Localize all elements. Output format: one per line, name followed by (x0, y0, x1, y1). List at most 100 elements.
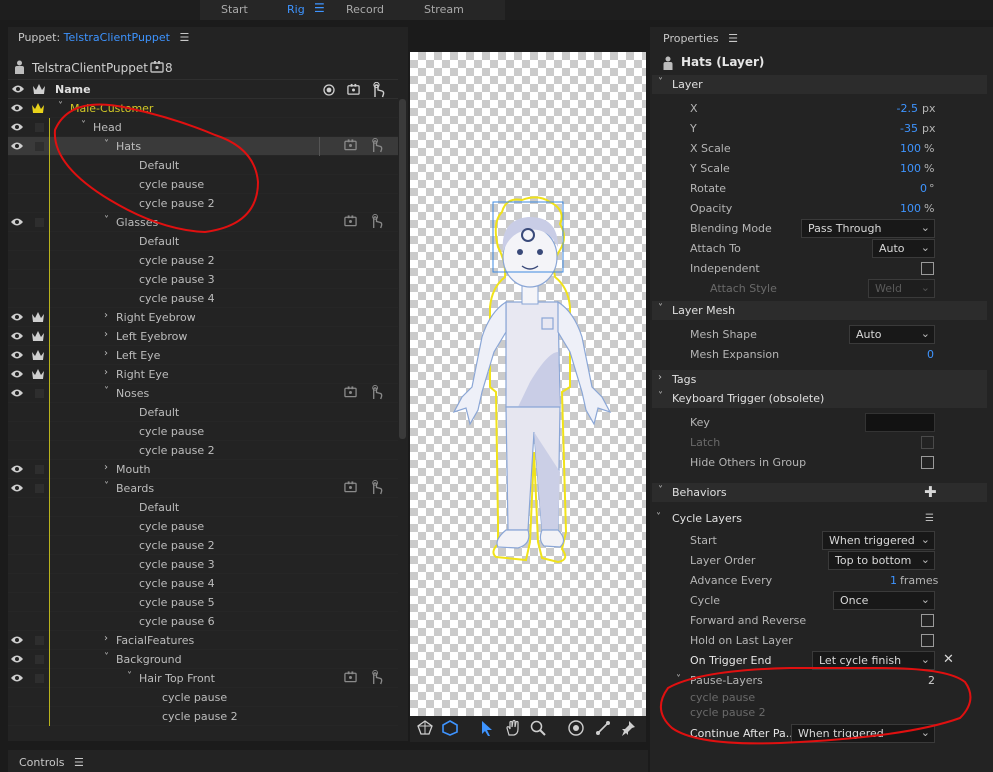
eye-icon[interactable] (10, 556, 26, 572)
chevron-down-icon[interactable]: ˅ (81, 120, 86, 131)
pin-tool-icon[interactable] (619, 719, 637, 737)
hide-others-checkbox[interactable] (921, 456, 934, 469)
layer-row[interactable]: Default (8, 232, 398, 251)
chevron-down-icon[interactable]: ˅ (127, 671, 132, 682)
eye-icon[interactable] (10, 252, 26, 268)
independent-toggle[interactable] (35, 142, 44, 151)
layer-row[interactable]: ˅ Male-Customer (8, 99, 398, 118)
eye-icon[interactable] (10, 480, 26, 496)
eye-icon[interactable] (10, 651, 26, 667)
independent-toggle[interactable] (35, 636, 44, 645)
layer-row[interactable]: › Right Eyebrow (8, 308, 398, 327)
independent-toggle[interactable] (35, 218, 44, 227)
crown-icon[interactable] (31, 100, 47, 116)
clear-icon[interactable]: ✕ (943, 652, 954, 667)
behavior-icon[interactable] (344, 671, 358, 685)
eye-icon[interactable] (10, 499, 26, 515)
cycle-layers-menu-icon[interactable]: ☰ (925, 513, 934, 524)
layer-row[interactable]: › Mouth (8, 460, 398, 479)
eye-icon[interactable] (10, 100, 26, 116)
layer-row[interactable]: cycle pause 2 (8, 536, 398, 555)
layer-row[interactable]: cycle pause 4 (8, 574, 398, 593)
eye-icon[interactable] (10, 176, 26, 192)
chevron-right-icon[interactable]: › (104, 329, 108, 340)
crown-icon[interactable] (31, 347, 47, 363)
section-layer[interactable]: ˅ Layer (652, 75, 987, 94)
eye-icon[interactable] (10, 594, 26, 610)
chevron-down-icon[interactable]: ˅ (104, 215, 109, 226)
cycle-dropdown[interactable]: Once ⌄ (833, 591, 935, 610)
handle-icon[interactable] (370, 669, 384, 686)
tab-start[interactable]: Start (221, 3, 248, 16)
layers-list[interactable]: ˅ Male-Customer ˅ Head ˅ Hats Default cycle pau… (8, 99, 398, 739)
layer-row[interactable]: cycle pause 3 (8, 555, 398, 574)
tab-stream[interactable]: Stream (424, 3, 464, 16)
hold-last-layer-checkbox[interactable] (921, 634, 934, 647)
record-column-icon[interactable] (323, 84, 335, 96)
eye-icon[interactable] (10, 328, 26, 344)
section-behaviors[interactable]: ˅ Behaviors ✚ (652, 483, 987, 502)
chevron-right-icon[interactable]: › (104, 367, 108, 378)
eye-icon[interactable] (10, 157, 26, 173)
layer-row[interactable]: › FacialFeatures (8, 631, 398, 650)
chevron-down-icon[interactable]: ˅ (104, 481, 109, 492)
eye-icon[interactable] (10, 271, 26, 287)
eye-icon[interactable] (10, 214, 26, 230)
name-column-header[interactable]: Name (55, 83, 91, 96)
layer-order-dropdown[interactable]: Top to bottom ⌄ (828, 551, 935, 570)
independent-checkbox[interactable] (921, 262, 934, 275)
select-arrow-icon[interactable] (478, 719, 496, 737)
handle-icon[interactable] (370, 384, 384, 401)
section-tags[interactable]: › Tags (652, 370, 987, 389)
layer-row[interactable]: cycle pause (8, 422, 398, 441)
layer-row[interactable]: cycle pause 2 (8, 441, 398, 460)
eye-icon[interactable] (10, 404, 26, 420)
eye-icon[interactable] (10, 423, 26, 439)
layer-row[interactable]: cycle pause (8, 175, 398, 194)
rig-tool-icon[interactable] (416, 719, 434, 737)
eye-icon[interactable] (10, 670, 26, 686)
eye-icon[interactable] (10, 290, 26, 306)
eye-icon[interactable] (10, 537, 26, 553)
xscale-value[interactable]: 100 (865, 142, 921, 155)
forward-reverse-checkbox[interactable] (921, 614, 934, 627)
origin-tool-icon[interactable] (567, 719, 585, 737)
behavior-icon[interactable] (344, 481, 358, 495)
chevron-down-icon[interactable]: ˅ (656, 512, 661, 523)
eye-icon[interactable] (10, 518, 26, 534)
independent-toggle[interactable] (35, 674, 44, 683)
mesh-expansion-value[interactable]: 0 (890, 348, 934, 361)
scene-canvas[interactable] (410, 52, 646, 738)
eye-icon[interactable] (10, 613, 26, 629)
layer-row[interactable]: cycle pause (8, 688, 398, 707)
eye-icon[interactable] (10, 385, 26, 401)
layer-row[interactable]: ˅ Hats (8, 137, 398, 156)
layer-row[interactable]: ˅ Beards (8, 479, 398, 498)
yscale-value[interactable]: 100 (865, 162, 921, 175)
key-input[interactable] (865, 413, 935, 432)
advance-every-value[interactable]: 1 (870, 574, 897, 587)
chevron-down-icon[interactable]: ˅ (676, 674, 681, 685)
eye-icon[interactable] (10, 632, 26, 648)
chevron-down-icon[interactable]: ˅ (104, 652, 109, 663)
behavior-icon[interactable] (344, 386, 358, 400)
chevron-down-icon[interactable]: ˅ (104, 386, 109, 397)
eye-icon[interactable] (10, 309, 26, 325)
opacity-value[interactable]: 100 (865, 202, 921, 215)
eye-icon[interactable] (10, 442, 26, 458)
eye-icon[interactable] (10, 138, 26, 154)
handle-icon[interactable] (370, 137, 384, 154)
mesh-tool-icon[interactable] (441, 719, 459, 737)
puppet-root-row[interactable]: TelstraClientPuppet 8 (8, 57, 408, 79)
stick-tool-icon[interactable] (594, 719, 612, 737)
rotate-value[interactable]: 0 (865, 182, 927, 195)
layer-row[interactable]: cycle pause (8, 517, 398, 536)
layer-row[interactable]: cycle pause 2 (8, 707, 398, 726)
independent-toggle[interactable] (35, 655, 44, 664)
on-trigger-end-dropdown[interactable]: Let cycle finish ⌄ (812, 651, 935, 670)
layer-row[interactable]: › Right Eye (8, 365, 398, 384)
layer-row[interactable]: ˅ Head (8, 118, 398, 137)
handle-icon[interactable] (370, 213, 384, 230)
chevron-right-icon[interactable]: › (104, 310, 108, 321)
section-keyboard-trigger[interactable]: ˅ Keyboard Trigger (obsolete) (652, 389, 987, 408)
